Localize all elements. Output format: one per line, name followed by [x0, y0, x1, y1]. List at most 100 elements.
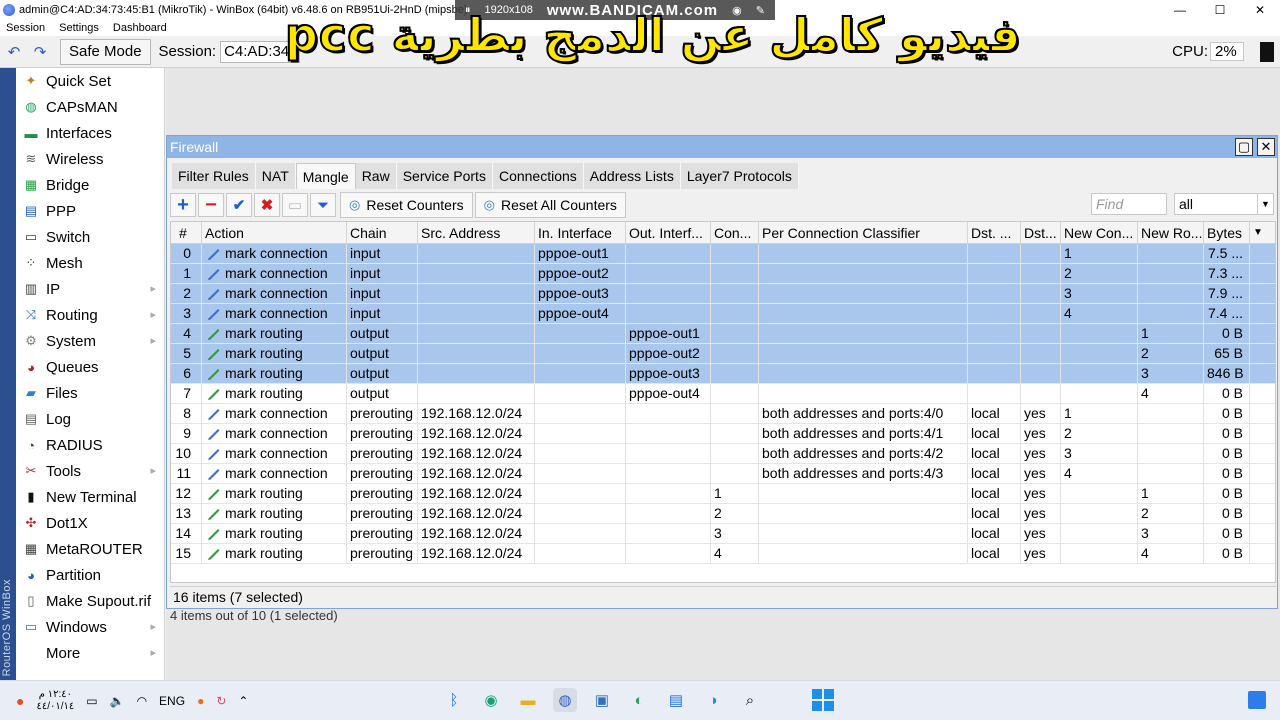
menu-settings[interactable]: Settings	[59, 22, 99, 34]
sidebar-item-dot1x[interactable]: ✣ Dot1X	[16, 510, 164, 536]
table-row[interactable]: 0 mark connection input pppoe-out1 1 7.5 ...	[171, 244, 1275, 264]
filter-select[interactable]: all ▼	[1174, 193, 1274, 215]
reset-all-counters-button[interactable]: ◎ Reset All Counters	[474, 192, 626, 218]
volume-icon[interactable]: 🔈	[110, 694, 125, 708]
add-icon[interactable]: +	[170, 193, 196, 217]
column-header[interactable]: Bytes	[1204, 222, 1250, 243]
column-header[interactable]: New Con...	[1061, 222, 1138, 243]
table-row[interactable]: 1 mark connection input pppoe-out2 2 7.3 ...	[171, 264, 1275, 284]
start-icon[interactable]	[812, 689, 834, 711]
file-explorer-icon[interactable]: ▬	[516, 688, 540, 712]
table-row[interactable]: 7 mark routing output pppoe-out4 4 0 B	[171, 384, 1275, 404]
close-window-button[interactable]: ✕	[1240, 0, 1280, 20]
sidebar-item-ip[interactable]: ▥ IP ▸	[16, 276, 164, 302]
column-header[interactable]: Out. Interf...	[626, 222, 711, 243]
table-row[interactable]: 9 mark connection prerouting 192.168.12.0/2…	[171, 424, 1275, 444]
sidebar-item-tools[interactable]: ✂ Tools ▸	[16, 458, 164, 484]
column-header[interactable]: Con...	[711, 222, 759, 243]
minimize-button[interactable]: —	[1160, 0, 1200, 20]
column-header[interactable]: Action	[202, 222, 347, 243]
maximize-button[interactable]: ☐	[1200, 0, 1240, 20]
winbox-alt-icon[interactable]: ▣	[590, 688, 614, 712]
table-row[interactable]: 13 mark routing prerouting 192.168.12.0/24 2…	[171, 504, 1275, 524]
table-row[interactable]: 12 mark routing prerouting 192.168.12.0/24 1…	[171, 484, 1275, 504]
language-indicator[interactable]: ENG	[159, 694, 185, 708]
remove-icon[interactable]: −	[198, 193, 224, 217]
task-view-icon[interactable]	[1248, 691, 1266, 709]
bluetooth-icon[interactable]: ᛒ	[442, 688, 466, 712]
sidebar-item-capsman[interactable]: ◍ CAPsMAN	[16, 94, 164, 120]
sidebar-item-ppp[interactable]: ▤ PPP	[16, 198, 164, 224]
column-header[interactable]: In. Interface	[535, 222, 626, 243]
reset-counters-button[interactable]: ◎ Reset Counters	[340, 192, 473, 218]
maximize-icon[interactable]: ▢	[1235, 138, 1253, 156]
table-row[interactable]: 3 mark connection input pppoe-out4 4 7.4 ...	[171, 304, 1275, 324]
clock[interactable]: ١٢:٤٠ م ٤٤/٠١/١٤	[36, 689, 74, 713]
enable-icon[interactable]: ✔	[226, 193, 252, 217]
sidebar-item-mesh[interactable]: ⁘ Mesh	[16, 250, 164, 276]
sidebar-item-make-supout-rif[interactable]: ▯ Make Supout.rif	[16, 588, 164, 614]
column-header[interactable]: Src. Address	[418, 222, 535, 243]
edge-icon[interactable]: ◑	[701, 688, 725, 712]
sidebar-item-system[interactable]: ⚙ System ▸	[16, 328, 164, 354]
notification-icon[interactable]: ●	[16, 693, 24, 709]
wifi-icon[interactable]: ◠	[137, 694, 147, 708]
sidebar-item-interfaces[interactable]: ▬ Interfaces	[16, 120, 164, 146]
battery-icon[interactable]: ▭	[86, 694, 97, 708]
comment-icon[interactable]: ▭	[282, 193, 308, 217]
table-row[interactable]: 15 mark routing prerouting 192.168.12.0/24 4…	[171, 544, 1275, 564]
table-row[interactable]: 4 mark routing output pppoe-out1 1 0 B	[171, 324, 1275, 344]
filter-icon[interactable]: ⏷	[310, 193, 336, 217]
table-row[interactable]: 5 mark routing output pppoe-out2 2 65 B	[171, 344, 1275, 364]
column-header[interactable]: Chain	[347, 222, 418, 243]
redo-icon[interactable]: ↷	[28, 40, 52, 64]
menu-dashboard[interactable]: Dashboard	[113, 22, 167, 34]
sidebar-item-quick-set[interactable]: ✦ Quick Set	[16, 68, 164, 94]
sidebar-item-metarouter[interactable]: ▦ MetaROUTER	[16, 536, 164, 562]
disable-icon[interactable]: ✖	[254, 193, 280, 217]
columns-menu-icon[interactable]: ▼	[1250, 222, 1275, 243]
column-header[interactable]: #	[171, 222, 202, 243]
tab-filter-rules[interactable]: Filter Rules	[172, 163, 256, 189]
tab-raw[interactable]: Raw	[355, 163, 397, 189]
sidebar-item-radius[interactable]: ◔ RADIUS	[16, 432, 164, 458]
close-icon[interactable]: ✕	[1257, 138, 1275, 156]
tab-mangle[interactable]: Mangle	[295, 163, 356, 189]
edge-dev-icon[interactable]: ◉	[479, 688, 503, 712]
tab-service-ports[interactable]: Service Ports	[396, 163, 493, 189]
paint-icon[interactable]: ◐	[627, 688, 651, 712]
column-header[interactable]: Dst. ...	[968, 222, 1021, 243]
microphone-icon[interactable]: ●	[197, 694, 204, 708]
sidebar-item-new-terminal[interactable]: ▮ New Terminal	[16, 484, 164, 510]
sync-icon[interactable]: ↻	[216, 694, 226, 708]
sidebar-item-bridge[interactable]: ▦ Bridge	[16, 172, 164, 198]
tab-connections[interactable]: Connections	[492, 163, 584, 189]
table-row[interactable]: 6 mark routing output pppoe-out3 3 846 B	[171, 364, 1275, 384]
safe-mode-button[interactable]: Safe Mode	[60, 38, 151, 65]
table-row[interactable]: 10 mark connection prerouting 192.168.12.0/…	[171, 444, 1275, 464]
chevron-down-icon[interactable]: ▼	[1257, 194, 1273, 214]
table-row[interactable]: 2 mark connection input pppoe-out3 3 7.9 ...	[171, 284, 1275, 304]
sidebar-item-routing[interactable]: ⤨ Routing ▸	[16, 302, 164, 328]
search-icon[interactable]: ⌕	[738, 688, 762, 712]
winbox-taskbar-icon[interactable]: ◍	[553, 688, 577, 712]
column-header[interactable]: Dst...	[1021, 222, 1061, 243]
menu-session[interactable]: Session	[6, 22, 45, 34]
store-icon[interactable]: ▤	[664, 688, 688, 712]
sidebar-item-queues[interactable]: ◕ Queues	[16, 354, 164, 380]
sidebar-item-more[interactable]: More ▸	[16, 640, 164, 666]
find-input[interactable]: Find	[1091, 193, 1167, 215]
tab-nat[interactable]: NAT	[255, 163, 296, 189]
sidebar-item-windows[interactable]: ▭ Windows ▸	[16, 614, 164, 640]
sidebar-item-files[interactable]: ▰ Files	[16, 380, 164, 406]
chevron-up-icon[interactable]: ⌃	[238, 694, 248, 708]
tab-address-lists[interactable]: Address Lists	[583, 163, 681, 189]
firewall-titlebar[interactable]: Firewall ▢ ✕	[167, 136, 1277, 158]
table-row[interactable]: 14 mark routing prerouting 192.168.12.0/24 3…	[171, 524, 1275, 544]
column-header[interactable]: Per Connection Classifier	[759, 222, 968, 243]
sidebar-item-switch[interactable]: ▭ Switch	[16, 224, 164, 250]
tab-layer7-protocols[interactable]: Layer7 Protocols	[680, 163, 799, 189]
sidebar-item-wireless[interactable]: ≋ Wireless	[16, 146, 164, 172]
table-row[interactable]: 8 mark connection prerouting 192.168.12.0/2…	[171, 404, 1275, 424]
table-row[interactable]: 11 mark connection prerouting 192.168.12.0/…	[171, 464, 1275, 484]
